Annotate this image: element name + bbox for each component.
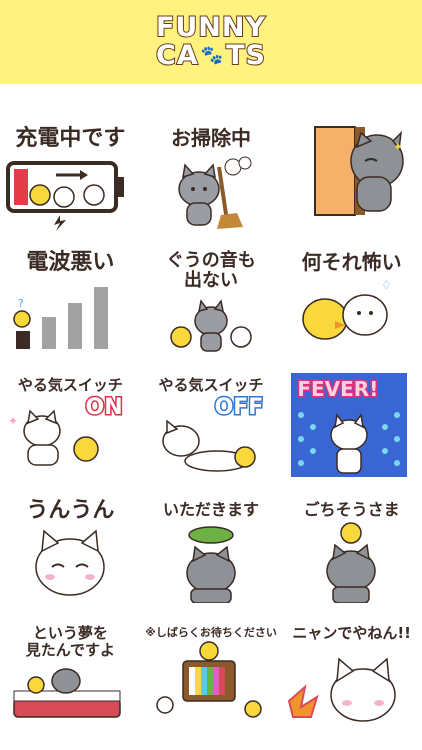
cat-punch-icon bbox=[288, 657, 397, 722]
sticker-scary[interactable]: 何それ怖い ♢ bbox=[281, 241, 422, 355]
sticker-bad-signal[interactable]: 電波悪い ? bbox=[0, 241, 141, 355]
sticker-switch-off[interactable]: やる気スイッチ OFF bbox=[141, 365, 282, 479]
svg-text:✦: ✦ bbox=[393, 140, 403, 154]
sticker-itadakimasu[interactable]: いただきます bbox=[141, 489, 282, 603]
cat-lazy-icon bbox=[161, 419, 256, 472]
tv-icon bbox=[155, 641, 262, 718]
cat-chicks-icon bbox=[169, 299, 252, 352]
svg-text:?: ? bbox=[18, 297, 24, 310]
sticker-cleaning[interactable]: お掃除中 bbox=[141, 117, 282, 231]
fever-badge: FEVER! bbox=[296, 376, 380, 403]
signal-bars-icon: ? bbox=[13, 287, 108, 349]
sticker-nodding[interactable]: うんうん bbox=[0, 489, 141, 603]
svg-text:♢: ♢ bbox=[381, 278, 392, 292]
cat-peeking-icon: ✦ bbox=[314, 126, 405, 216]
cat-thanks-icon bbox=[326, 522, 377, 603]
cat-broom-icon bbox=[177, 156, 252, 229]
app-header: FUNNY CA 🐾 TS bbox=[0, 0, 422, 84]
cat-active-icon: ✦ bbox=[8, 409, 99, 466]
sticker-switch-on[interactable]: やる気スイッチ ON ✦ bbox=[0, 365, 141, 479]
sticker-peeking[interactable]: ✦ bbox=[281, 117, 422, 231]
cat-bed-icon bbox=[13, 668, 121, 718]
sticker-grid: 充電中です お掃除中 ✦ 電波悪い ? ぐうの音も 出ない 何それ怖い ♢ やる… bbox=[0, 117, 422, 727]
cat-nodding-icon bbox=[35, 529, 105, 596]
sticker-fever[interactable]: FEVER! bbox=[281, 365, 422, 479]
sticker-gochisousama[interactable]: ごちそうさま bbox=[281, 489, 422, 603]
sticker-speechless[interactable]: ぐうの音も 出ない bbox=[141, 241, 282, 355]
chick-ghost-icon: ♢ bbox=[302, 278, 392, 340]
svg-text:✦: ✦ bbox=[8, 414, 18, 428]
sticker-charging[interactable]: 充電中です bbox=[0, 117, 141, 231]
app-logo: FUNNY CA 🐾 TS bbox=[155, 12, 267, 71]
battery-icon bbox=[6, 161, 124, 231]
cat-food-icon bbox=[185, 526, 236, 603]
sticker-nandeyanen[interactable]: ニャンでやねん!! bbox=[281, 613, 422, 727]
sticker-please-wait[interactable]: ※しばらくお待ちください bbox=[141, 613, 282, 727]
sticker-dream[interactable]: という夢を 見たんですよ bbox=[0, 613, 141, 727]
